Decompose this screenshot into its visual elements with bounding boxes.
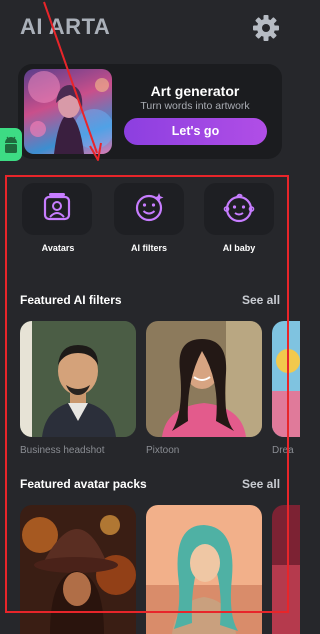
- annotation-frame: [5, 175, 289, 613]
